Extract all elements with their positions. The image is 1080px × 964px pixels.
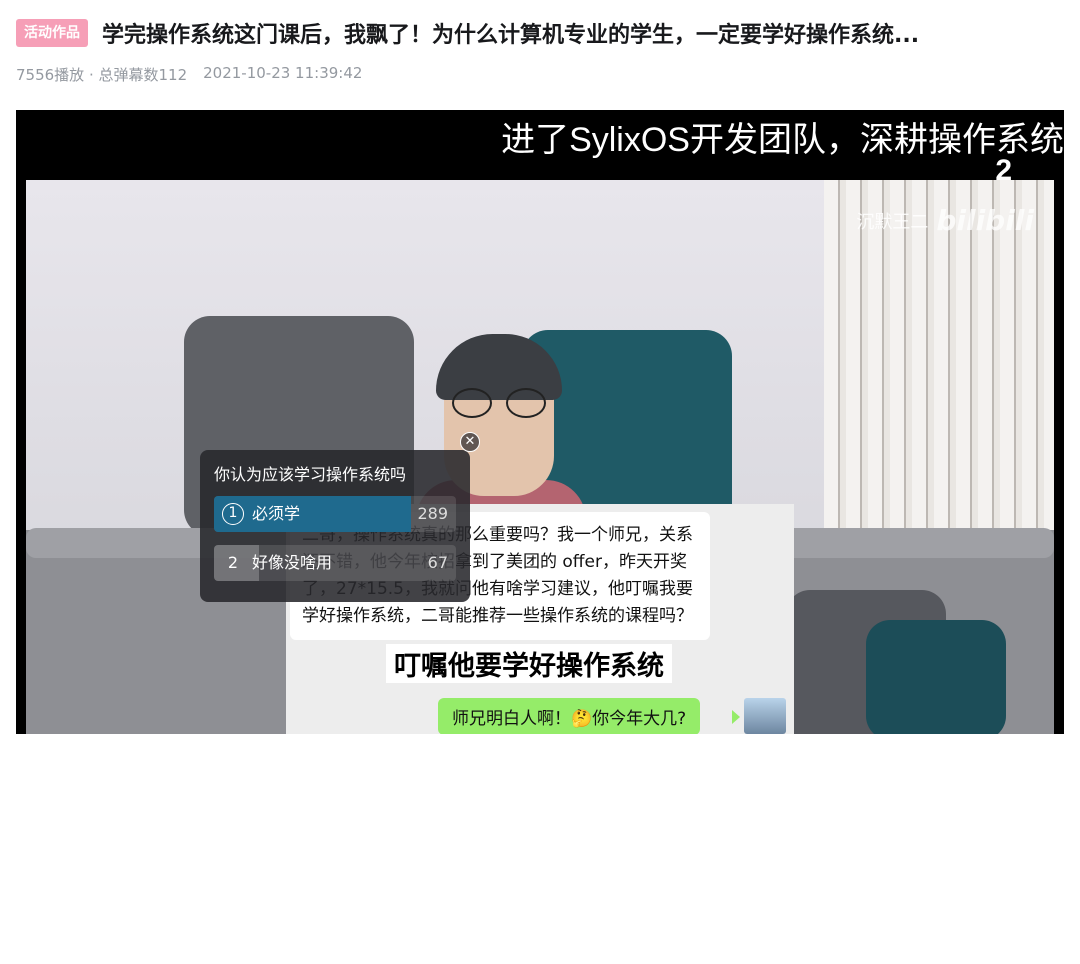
teal-pillow-right [866, 620, 1006, 734]
title-row: 活动作品 学完操作系统这门课后，我飘了！为什么计算机专业的学生，一定要学好操作系… [16, 16, 1064, 50]
video-meta: 7556播放 · 总弹幕数112 2021-10-23 11:39:42 [16, 64, 1064, 85]
view-danmaku-stats: 7556播放 · 总弹幕数112 [16, 66, 188, 84]
poll-option-2-index: 2 [227, 553, 239, 572]
avatar [744, 698, 786, 734]
video-title: 学完操作系统这门课后，我飘了！为什么计算机专业的学生，一定要学好操作系统... [102, 23, 920, 48]
bilibili-logo: bilibili [936, 204, 1034, 237]
poll-option-2-label-wrap: 2 好像没啥用 [222, 545, 332, 581]
watermark-name: 沉默王二 [856, 211, 929, 233]
poll-option-1[interactable]: 1 必须学 289 [214, 496, 456, 532]
activity-badge[interactable]: 活动作品 [16, 19, 88, 47]
uploader-watermark: 沉默王二 bilibili [856, 204, 1034, 237]
video-header: 活动作品 学完操作系统这门课后，我飘了！为什么计算机专业的学生，一定要学好操作系… [16, 16, 1064, 85]
poll-option-1-label: 必须学 [252, 504, 301, 523]
poll-option-2-label: 好像没啥用 [252, 553, 333, 572]
publish-datetime: 2021-10-23 11:39:42 [203, 64, 363, 82]
video-frame: 沉默王二 bilibili 二哥，操作系统真的那么重要吗？我一个师兄，关系还不错… [26, 180, 1054, 734]
glasses [452, 388, 548, 418]
close-icon[interactable]: ✕ [460, 432, 480, 452]
poll-option-1-label-wrap: 1 必须学 [222, 496, 300, 532]
chat-reply-tail [732, 710, 740, 724]
video-caption: 叮嘱他要学好操作系统 [386, 644, 672, 683]
poll-popup: ✕ 你认为应该学习操作系统吗 1 必须学 289 2 好像没啥用 67 [200, 432, 480, 602]
top-subtitle: 进了SylixOS开发团队，深耕操作系统 [501, 121, 1064, 159]
poll-option-1-index: 1 [222, 503, 244, 525]
video-player[interactable]: 进了SylixOS开发团队，深耕操作系统 2 沉默王二 bilibili 二哥，… [16, 110, 1064, 734]
poll-question: 你认为应该学习操作系统吗 [214, 465, 407, 484]
chat-reply: 师兄明白人啊！🤔你今年大几? [438, 698, 701, 734]
poll-option-2-count: 67 [427, 553, 448, 572]
poll-option-1-count: 289 [417, 504, 448, 523]
poll-option-2[interactable]: 2 好像没啥用 67 [214, 545, 456, 581]
